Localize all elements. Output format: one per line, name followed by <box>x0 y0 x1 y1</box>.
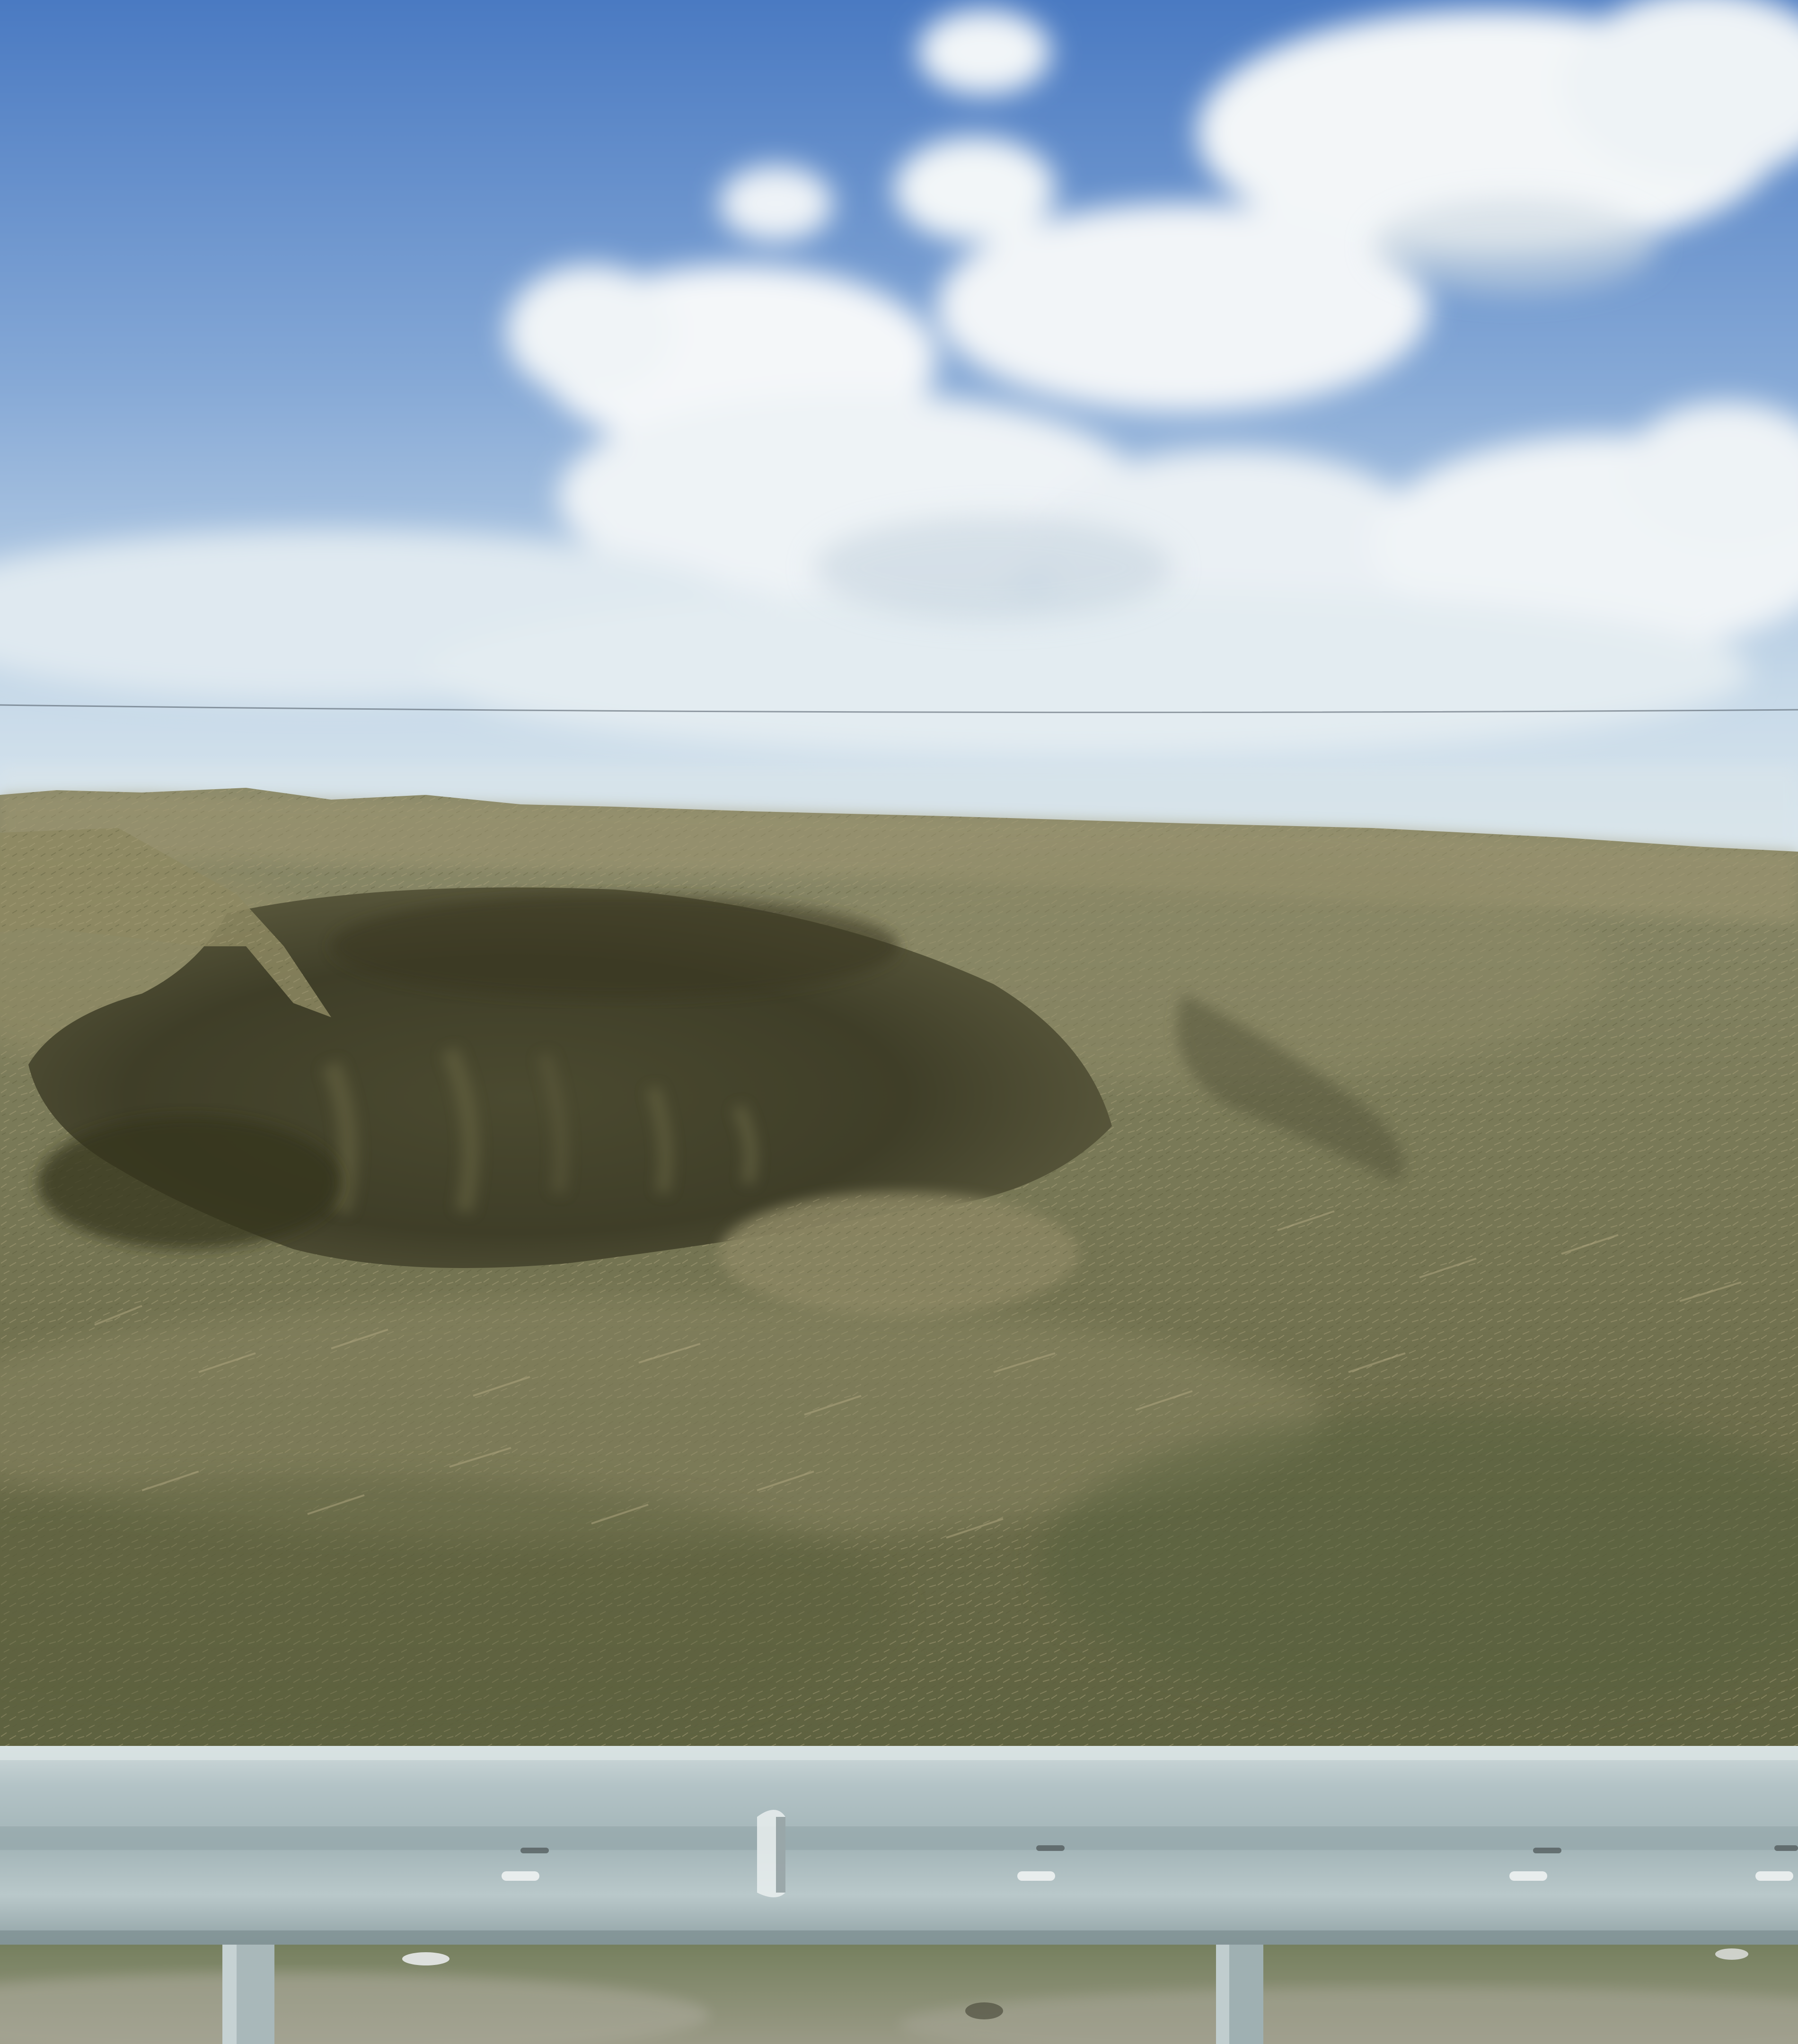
roadside-landscape-photo <box>0 0 1798 2044</box>
guardrail <box>0 1746 1798 1945</box>
ground-debris <box>402 1952 450 1965</box>
landscape-illustration <box>0 0 1798 2044</box>
